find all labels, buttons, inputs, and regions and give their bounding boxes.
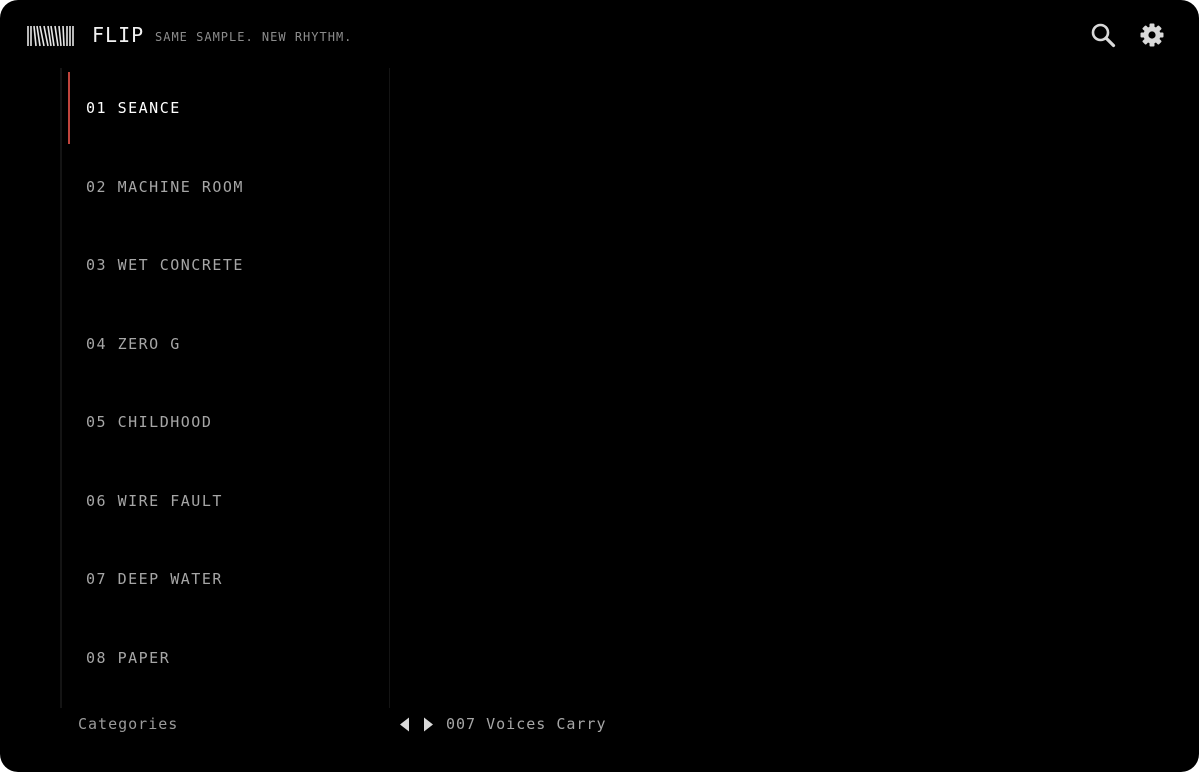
app-window: FLIP SAME SAMPLE. NEW RHYTHM. 01 SEANCE … bbox=[0, 0, 1199, 772]
triangle-left-icon[interactable] bbox=[398, 716, 412, 733]
category-item-paper[interactable]: 08 PAPER bbox=[68, 620, 388, 699]
categories-heading: Categories bbox=[78, 715, 179, 733]
category-label: 05 CHILDHOOD bbox=[86, 413, 213, 431]
category-item-childhood[interactable]: 05 CHILDHOOD bbox=[68, 384, 388, 463]
category-item-zero-g[interactable]: 04 ZERO G bbox=[68, 306, 388, 385]
current-track-label: 007 Voices Carry bbox=[446, 715, 607, 733]
gear-icon[interactable] bbox=[1139, 22, 1165, 48]
category-label: 01 SEANCE bbox=[86, 99, 181, 117]
app-tagline: SAME SAMPLE. NEW RHYTHM. bbox=[155, 30, 353, 44]
category-label: 07 DEEP WATER bbox=[86, 570, 223, 588]
category-label: 02 MACHINE ROOM bbox=[86, 177, 244, 196]
panel-divider bbox=[389, 68, 390, 708]
app-title: FLIP bbox=[92, 23, 145, 47]
category-item-wet-concrete[interactable]: 03 WET CONCRETE bbox=[68, 227, 388, 306]
category-label: 03 WET CONCRETE bbox=[86, 256, 244, 274]
category-list: 01 SEANCE 02 MACHINE ROOM 03 WET CONCRET… bbox=[68, 70, 388, 698]
search-icon[interactable] bbox=[1090, 22, 1116, 48]
triangle-right-icon[interactable] bbox=[421, 716, 435, 733]
category-item-deep-water[interactable]: 07 DEEP WATER bbox=[68, 541, 388, 620]
category-label: 08 PAPER bbox=[86, 648, 171, 667]
waveform-stripes-icon bbox=[27, 25, 74, 47]
sidebar-rail bbox=[60, 68, 62, 708]
category-item-machine-room[interactable]: 02 MACHINE ROOM bbox=[68, 149, 388, 228]
category-label: 04 ZERO G bbox=[86, 334, 181, 353]
category-item-wire-fault[interactable]: 06 WIRE FAULT bbox=[68, 463, 388, 542]
category-label: 06 WIRE FAULT bbox=[86, 491, 223, 510]
active-indicator bbox=[68, 72, 70, 144]
category-item-seance[interactable]: 01 SEANCE bbox=[68, 70, 388, 149]
